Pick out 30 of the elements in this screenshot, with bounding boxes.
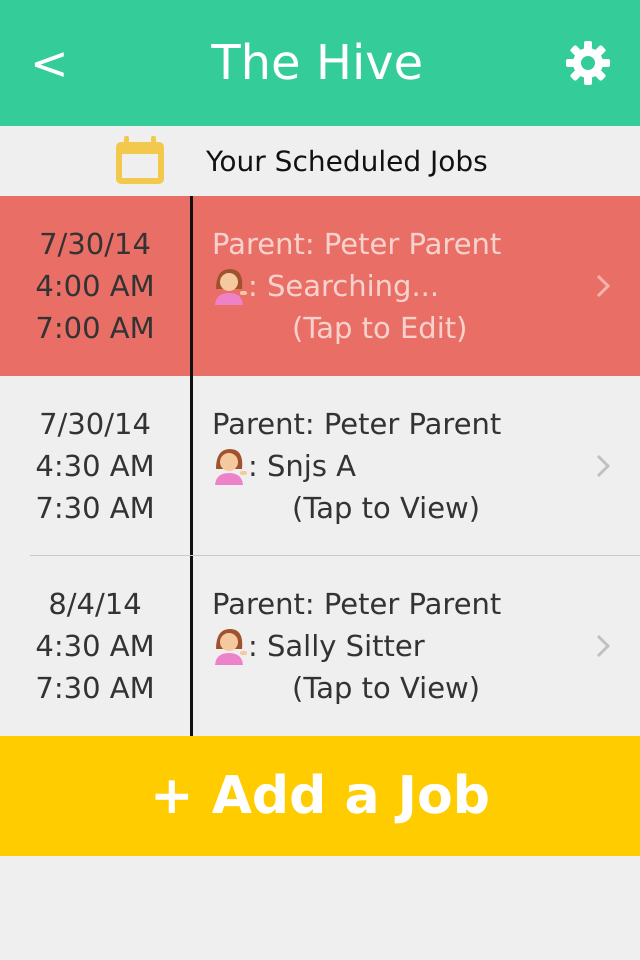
job-row[interactable]: 7/30/14 4:00 AM 7:00 AM Parent: Peter Parent : Searching... (Tap to Edit) — [0, 196, 640, 376]
person-icon — [212, 447, 248, 485]
parent-name: Parent: Peter Parent — [212, 587, 502, 621]
sitter-status: : Snjs A — [248, 449, 356, 483]
tap-hint: (Tap to Edit) — [291, 311, 468, 345]
start-time: 4:00 AM — [35, 269, 155, 303]
start-time: 4:30 AM — [35, 629, 155, 663]
job-date: 7/30/14 — [39, 407, 151, 441]
person-icon — [212, 267, 248, 305]
chevron-icon — [596, 274, 610, 298]
parent-name: Parent: Peter Parent — [212, 407, 502, 441]
end-time: 7:30 AM — [35, 491, 155, 525]
sitter-status: : Sally Sitter — [248, 629, 425, 663]
job-row[interactable]: 7/30/14 4:30 AM 7:30 AM Parent: Peter Parent : Snjs A (Tap to View) — [0, 376, 640, 556]
end-time: 7:00 AM — [35, 311, 155, 345]
chevron-icon — [596, 634, 610, 658]
person-icon — [212, 627, 248, 665]
start-time: 4:30 AM — [35, 449, 155, 483]
tap-hint: (Tap to View) — [291, 671, 482, 705]
parent-name: Parent: Peter Parent — [212, 227, 502, 261]
calendar-icon — [114, 136, 166, 186]
tap-hint: (Tap to View) — [291, 491, 482, 525]
sitter-status: : Searching... — [248, 269, 440, 303]
settings-icon[interactable] — [566, 41, 610, 85]
chevron-icon — [596, 454, 610, 478]
job-date: 8/4/14 — [48, 587, 142, 621]
end-time: 7:30 AM — [35, 671, 155, 705]
app-title: The Hive — [211, 35, 424, 91]
section-title: Your Scheduled Jobs — [206, 144, 488, 178]
job-date: 7/30/14 — [39, 227, 151, 261]
